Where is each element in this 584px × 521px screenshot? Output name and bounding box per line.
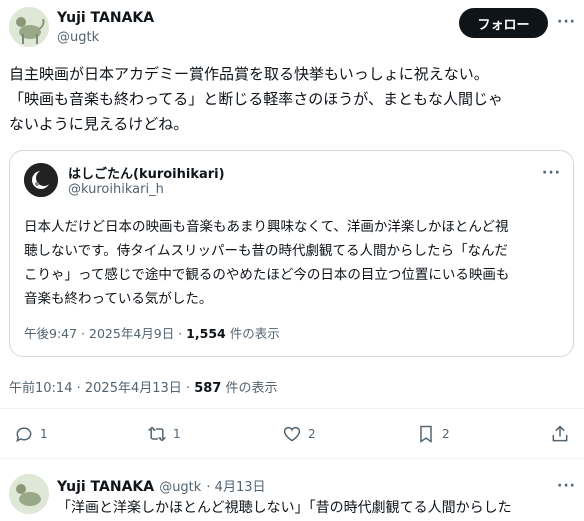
reply-date[interactable]: · 4月13日 [206, 480, 265, 495]
tweet-text-line: 「映画も音楽も終わってる」と断じる軽率さのほうが、まともな人間じゃ [9, 90, 503, 108]
quoted-author-name[interactable]: はしごたん(kuroihikari) [68, 163, 225, 182]
quoted-text-line: 聴しないです。侍タイムスリッパーも昔の時代劇観てる人間からしたら「なんだ [24, 243, 508, 259]
divider [0, 408, 584, 409]
quoted-more-icon[interactable]: ··· [542, 165, 561, 181]
bookmark-icon [420, 425, 432, 443]
like-button[interactable]: 2 [282, 424, 316, 444]
reply-author-handle[interactable]: @ugtk [159, 480, 201, 495]
quoted-views-count: 1,554 [186, 326, 226, 341]
quoted-avatar[interactable] [24, 163, 58, 197]
quoted-text-line: 日本人だけど日本の映画も音楽もあまり興味なくて、洋画か洋楽しかほとんど視 [24, 219, 509, 235]
tweet-time[interactable]: 午前10:14 [9, 381, 72, 396]
more-options-icon[interactable]: ··· [557, 14, 576, 30]
avatar[interactable] [9, 7, 49, 47]
reply-button[interactable]: 1 [14, 424, 48, 444]
tweet-text-line: 自主映画が日本アカデミー賞作品賞を取る快挙もいっしょに祝えない。 [9, 65, 489, 83]
tweet-date[interactable]: 2025年4月13日 [85, 381, 182, 396]
reply-more-icon[interactable]: ··· [557, 478, 576, 494]
like-count: 2 [308, 427, 316, 441]
quoted-tweet-meta: 午後9:47 · 2025年4月9日 · 1,554 件の表示 [24, 326, 280, 341]
reply-count: 1 [40, 427, 48, 441]
divider [0, 458, 584, 459]
tweet-text: 自主映画が日本アカデミー賞作品賞を取る快挙もいっしょに祝えない。 「映画も音楽も… [9, 62, 579, 137]
author-name[interactable]: Yuji TANAKA [57, 10, 154, 26]
quoted-date[interactable]: 2025年4月9日 [89, 326, 174, 341]
retweet-icon [147, 426, 167, 442]
author-handle[interactable]: @ugtk [57, 30, 99, 45]
retweet-count: 1 [173, 427, 181, 441]
tweet-text-line: ないように見えるけどね。 [9, 115, 189, 133]
tweet-meta: 午前10:14 · 2025年4月13日 · 587 件の表示 [9, 381, 278, 396]
reply-avatar[interactable] [9, 474, 49, 514]
quoted-text-line: こりゃ」って感じで途中で観るのやめたほど今の日本の目立つ位置にいる映画も [24, 267, 510, 283]
reply-author-name[interactable]: Yuji TANAKA [57, 479, 154, 495]
reply-text: 「洋画と洋楽しかほとんど視聴しない」「昔の時代劇観てる人間からした [57, 500, 512, 516]
quoted-views-label: 件の表示 [229, 326, 280, 341]
quoted-author-handle[interactable]: @kuroihikari_h [68, 182, 164, 197]
bookmark-count: 2 [442, 427, 450, 441]
quoted-time[interactable]: 午後9:47 [24, 326, 77, 341]
quoted-text-line: 音楽も終わっている気がした。 [24, 291, 213, 307]
reply-icon [16, 427, 32, 443]
retweet-button[interactable]: 1 [147, 424, 181, 444]
bookmark-button[interactable]: 2 [416, 424, 450, 444]
views-label: 件の表示 [225, 381, 278, 396]
follow-button[interactable]: フォロー [459, 8, 548, 38]
views-count: 587 [194, 381, 222, 396]
quoted-tweet-text: 日本人だけど日本の映画も音楽もあまり興味なくて、洋画か洋楽しかほとんど視 聴しな… [24, 215, 564, 311]
heart-icon [283, 426, 301, 442]
share-icon [552, 425, 568, 442]
reply-header: Yuji TANAKA @ugtk · 4月13日 [57, 476, 265, 495]
quoted-tweet-card[interactable]: はしごたん(kuroihikari) @kuroihikari_h ··· 日本… [9, 150, 574, 357]
share-button[interactable] [550, 424, 570, 444]
